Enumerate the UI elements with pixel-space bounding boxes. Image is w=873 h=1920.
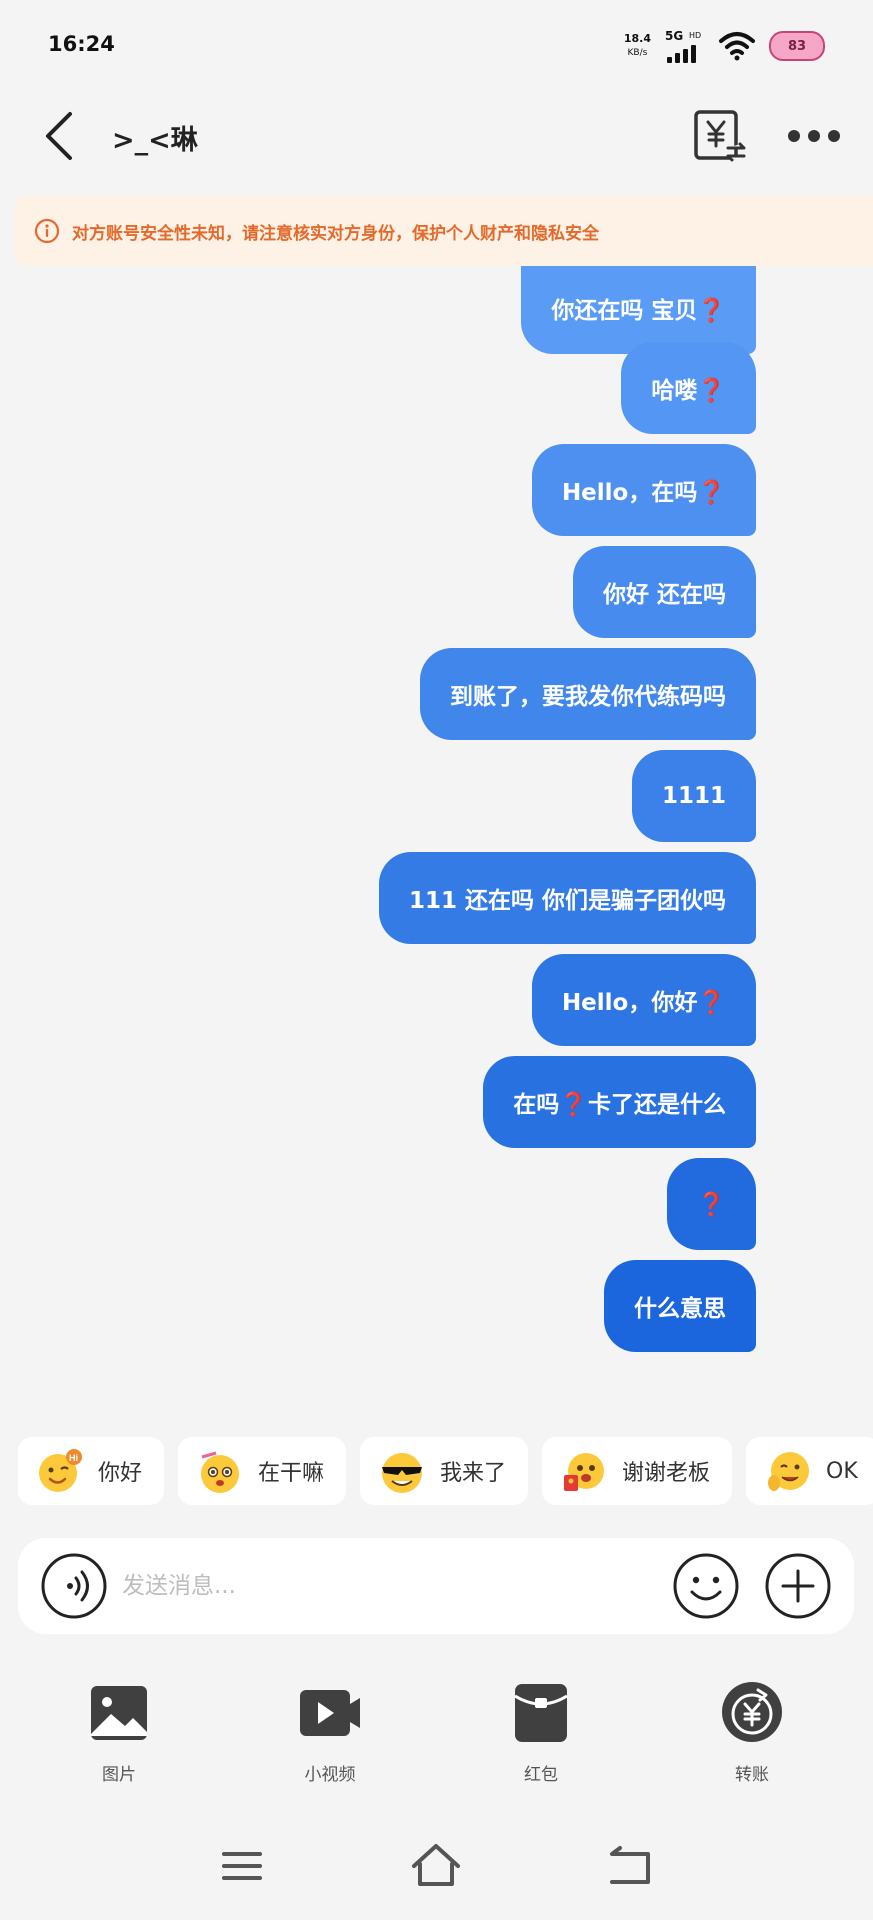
network-speed: 18.4 KB/s xyxy=(624,32,651,60)
message-input-bar xyxy=(18,1538,854,1634)
status-icons: 18.4 KB/s 5G HD 83 xyxy=(624,26,825,66)
more-button[interactable] xyxy=(786,116,842,156)
battery-icon: 83 xyxy=(769,31,825,61)
chat-header: >_<琳 xyxy=(0,92,873,180)
sunglasses-emoji-icon xyxy=(382,1453,422,1493)
quick-reply-label: 在干嘛 xyxy=(258,1461,325,1486)
hi-emoji-icon: Hi xyxy=(39,1449,82,1492)
attachment-toolbar: 图片 小视频 红包 转账 xyxy=(0,1680,873,1800)
curious-emoji-icon xyxy=(201,1451,239,1493)
video-icon xyxy=(300,1690,360,1736)
message-bubble[interactable]: ❓ xyxy=(667,1158,756,1250)
quick-reply-label: 你好 xyxy=(98,1461,143,1486)
quick-reply-label: 我来了 xyxy=(440,1461,507,1486)
home-button[interactable] xyxy=(408,1838,464,1894)
chevron-left-icon xyxy=(46,112,72,160)
network-speed-value: 18.4 xyxy=(623,32,651,45)
status-bar: 16:24 18.4 KB/s 5G HD 83 xyxy=(0,0,873,92)
message-bubble[interactable]: 到账了，要我发你代练码吗 xyxy=(420,648,756,740)
back-button[interactable] xyxy=(36,106,86,166)
emoji-button[interactable] xyxy=(672,1552,740,1620)
more-dots-icon xyxy=(788,130,840,142)
wifi-icon xyxy=(719,32,755,61)
quick-reply-thanks-boss[interactable]: 谢谢老板 xyxy=(542,1437,733,1505)
red-packet-icon xyxy=(514,1684,568,1742)
yuan-transfer-icon xyxy=(694,110,746,162)
tool-transfer[interactable]: 转账 xyxy=(692,1680,812,1785)
system-nav-bar xyxy=(0,1838,873,1898)
tool-label: 转账 xyxy=(735,1765,769,1785)
status-time: 16:24 xyxy=(48,32,115,56)
smiley-icon xyxy=(673,1553,739,1619)
plus-icon xyxy=(765,1553,831,1619)
message-bubble[interactable]: Hello，你好❓ xyxy=(531,954,756,1046)
message-list[interactable]: 你还在吗 宝贝❓ 哈喽❓ Hello，在吗❓ 你好 还在吗 到账了，要我发你代练… xyxy=(0,266,873,1366)
voice-icon xyxy=(41,1553,107,1619)
safety-banner: 对方账号安全性未知，请注意核实对方身份，保护个人财产和隐私安全 xyxy=(14,196,873,266)
tool-image[interactable]: 图片 xyxy=(59,1680,179,1785)
message-bubble[interactable]: 哈喽❓ xyxy=(621,342,756,434)
tool-red-packet[interactable]: 红包 xyxy=(481,1680,601,1785)
message-bubble[interactable]: 1111 xyxy=(631,750,756,842)
quick-reply-label: OK xyxy=(826,1458,858,1484)
tool-video[interactable]: 小视频 xyxy=(270,1680,390,1785)
quick-replies: Hi 你好 在干嘛 我来了 谢谢老板 OK xyxy=(0,1437,873,1507)
message-bubble[interactable]: 111 还在吗 你们是骗子团伙吗 xyxy=(378,852,756,944)
message-input[interactable] xyxy=(122,1562,662,1610)
voice-button[interactable] xyxy=(40,1552,108,1620)
message-bubble[interactable]: Hello，在吗❓ xyxy=(531,444,756,536)
svg-text:Hi: Hi xyxy=(69,1453,78,1463)
chat-title: >_<琳 xyxy=(112,125,198,156)
back-arrow-icon xyxy=(610,1846,650,1884)
quick-reply-here[interactable]: 我来了 xyxy=(360,1437,529,1505)
battery-level: 83 xyxy=(787,38,807,54)
info-icon xyxy=(34,218,60,244)
wink-emoji-icon xyxy=(768,1452,809,1491)
menu-button[interactable] xyxy=(214,1838,270,1894)
quick-reply-label: 谢谢老板 xyxy=(622,1461,711,1486)
message-bubble[interactable]: 什么意思 xyxy=(604,1260,756,1352)
red-envelope-emoji-icon xyxy=(564,1453,604,1491)
message-bubble[interactable]: 在吗❓卡了还是什么 xyxy=(483,1056,756,1148)
tool-label: 图片 xyxy=(102,1765,136,1785)
back-nav-button[interactable] xyxy=(602,1838,658,1894)
menu-icon xyxy=(222,1852,262,1880)
tool-label: 红包 xyxy=(524,1765,558,1785)
home-icon xyxy=(412,1844,460,1886)
quick-reply-whats-up[interactable]: 在干嘛 xyxy=(178,1437,347,1505)
transfer-icon xyxy=(722,1682,782,1742)
quick-reply-ok[interactable]: OK xyxy=(746,1437,873,1505)
tool-label: 小视频 xyxy=(304,1765,356,1785)
message-bubble[interactable]: 你还在吗 宝贝❓ xyxy=(521,266,756,354)
network-type: 5G xyxy=(665,29,684,43)
message-bubble[interactable]: 你好 还在吗 xyxy=(572,546,756,638)
transfer-header-button[interactable] xyxy=(690,106,750,166)
hd-label: HD xyxy=(689,31,702,40)
safety-banner-text: 对方账号安全性未知，请注意核实对方身份，保护个人财产和隐私安全 xyxy=(72,223,599,244)
signal-icon: 5G HD xyxy=(665,27,705,65)
image-icon xyxy=(91,1686,147,1740)
quick-reply-hello[interactable]: Hi 你好 xyxy=(18,1437,165,1505)
network-speed-unit: KB/s xyxy=(627,48,648,58)
plus-button[interactable] xyxy=(764,1552,832,1620)
